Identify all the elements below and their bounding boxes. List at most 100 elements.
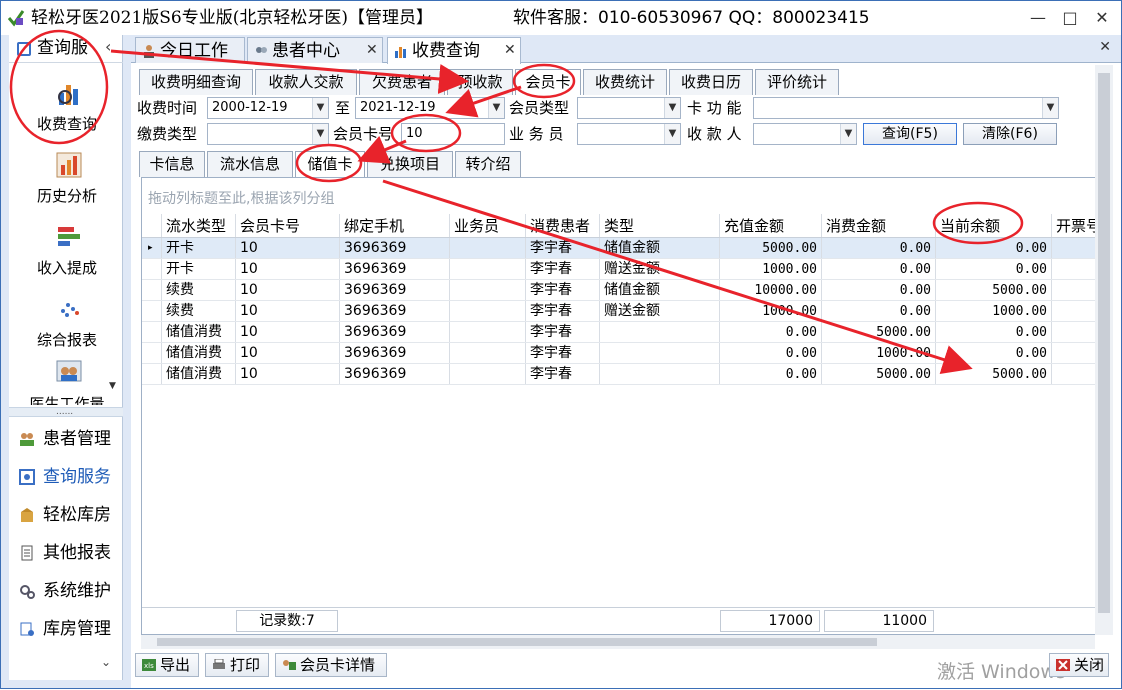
cell-type[interactable]: 赠送金额	[600, 259, 720, 279]
cell-recharge[interactable]: 10000.00	[720, 280, 822, 300]
tab-exchange-items[interactable]: 兑换项目	[367, 151, 453, 177]
cell-invoice-no[interactable]	[1052, 322, 1100, 342]
close-all-tabs-icon[interactable]: ✕	[1099, 39, 1111, 55]
subtab-payee-handover[interactable]: 收款人交款	[255, 69, 357, 95]
col-card-no[interactable]: 会员卡号	[236, 214, 340, 237]
col-consume[interactable]: 消费金额	[822, 214, 936, 237]
pay-type-select[interactable]: ▼	[207, 123, 329, 145]
table-row[interactable]: 储值消费 10 3696369 李宇春 0.00 1000.00 0.00	[142, 343, 1100, 364]
cell-balance[interactable]: 1000.00	[936, 301, 1052, 321]
vertical-scrollbar[interactable]	[1095, 65, 1113, 635]
tile-charge-query[interactable]: 收费查询	[17, 75, 117, 141]
chevron-down-icon[interactable]: ▼	[840, 124, 856, 144]
tile-income-commission[interactable]: 收入提成	[17, 219, 117, 285]
nav-item-query-service[interactable]: 查询服务	[9, 459, 123, 495]
cell-bound-phone[interactable]: 3696369	[340, 238, 450, 258]
close-window-button[interactable]: ✕	[1091, 7, 1113, 29]
cell-recharge[interactable]: 5000.00	[720, 238, 822, 258]
close-tab-icon[interactable]: ✕	[366, 42, 378, 58]
cell-invoice-no[interactable]	[1052, 301, 1100, 321]
cell-consume[interactable]: 0.00	[822, 301, 936, 321]
cell-consume[interactable]: 0.00	[822, 238, 936, 258]
close-button[interactable]: 关闭	[1049, 653, 1109, 677]
cell-patient[interactable]: 李宇春	[526, 301, 600, 321]
maximize-button[interactable]: □	[1059, 7, 1081, 29]
tile-history-analysis[interactable]: 历史分析	[17, 147, 117, 213]
chevron-down-icon[interactable]: ▼	[1042, 98, 1058, 118]
member-card-detail-button[interactable]: 会员卡详情	[275, 653, 387, 677]
table-row[interactable]: 续费 10 3696369 李宇春 赠送金额 1000.00 0.00 1000.00	[142, 301, 1100, 322]
cell-type[interactable]	[600, 364, 720, 384]
cell-recharge[interactable]: 0.00	[720, 343, 822, 363]
cell-patient[interactable]: 李宇春	[526, 364, 600, 384]
subtab-charge-detail[interactable]: 收费明细查询	[139, 69, 253, 95]
nav-more-chevron-icon[interactable]: ⌄	[101, 655, 111, 669]
minimize-button[interactable]: —	[1027, 7, 1049, 29]
payee-select[interactable]: ▼	[753, 123, 857, 145]
cell-type[interactable]: 储值金额	[600, 280, 720, 300]
cell-patient[interactable]: 李宇春	[526, 259, 600, 279]
cell-flow-type[interactable]: 储值消费	[162, 364, 236, 384]
tile-doctor-workload[interactable]: 医生工作量 ▼	[17, 355, 117, 405]
card-function-select[interactable]: ▼	[753, 97, 1059, 119]
col-balance[interactable]: 当前余额	[936, 214, 1052, 237]
cell-card-no[interactable]: 10	[236, 322, 340, 342]
chevron-down-icon[interactable]: ▼	[664, 124, 680, 144]
cell-salesman[interactable]	[450, 364, 526, 384]
col-recharge[interactable]: 充值金额	[720, 214, 822, 237]
nav-item-patient-mgmt[interactable]: 患者管理	[9, 421, 123, 457]
cell-consume[interactable]: 1000.00	[822, 343, 936, 363]
cell-card-no[interactable]: 10	[236, 280, 340, 300]
tab-flow-info[interactable]: 流水信息	[207, 151, 293, 177]
col-patient[interactable]: 消费患者	[526, 214, 600, 237]
cell-salesman[interactable]	[450, 280, 526, 300]
subtab-prepayment[interactable]: 预收款	[447, 69, 513, 95]
cell-bound-phone[interactable]: 3696369	[340, 322, 450, 342]
cell-bound-phone[interactable]: 3696369	[340, 301, 450, 321]
cell-flow-type[interactable]: 续费	[162, 280, 236, 300]
cell-balance[interactable]: 5000.00	[936, 364, 1052, 384]
tiles-scroll-icon[interactable]: ▼	[109, 381, 116, 391]
cell-bound-phone[interactable]: 3696369	[340, 259, 450, 279]
cell-patient[interactable]: 李宇春	[526, 322, 600, 342]
chevron-down-icon[interactable]: ▼	[488, 98, 504, 118]
cell-invoice-no[interactable]	[1052, 343, 1100, 363]
subtab-arrears-patients[interactable]: 欠费患者	[359, 69, 445, 95]
col-flow-type[interactable]: 流水类型	[162, 214, 236, 237]
nav-item-inventory-mgmt[interactable]: 库房管理	[9, 611, 123, 647]
cell-patient[interactable]: 李宇春	[526, 238, 600, 258]
tab-stored-value-card[interactable]: 储值卡	[295, 151, 365, 177]
scroll-thumb[interactable]	[157, 638, 877, 646]
cell-salesman[interactable]	[450, 301, 526, 321]
date-to-field[interactable]: 2021-12-19 ▼	[355, 97, 505, 119]
cell-invoice-no[interactable]	[1052, 364, 1100, 384]
print-button[interactable]: 打印	[205, 653, 269, 677]
cell-salesman[interactable]	[450, 238, 526, 258]
table-row[interactable]: ▸ 开卡 10 3696369 李宇春 储值金额 5000.00 0.00 0.00	[142, 238, 1100, 259]
cell-card-no[interactable]: 10	[236, 238, 340, 258]
cell-type[interactable]	[600, 322, 720, 342]
cell-flow-type[interactable]: 开卡	[162, 259, 236, 279]
query-button[interactable]: 查询(F5)	[863, 123, 957, 145]
cell-salesman[interactable]	[450, 343, 526, 363]
cell-card-no[interactable]: 10	[236, 364, 340, 384]
member-type-select[interactable]: ▼	[577, 97, 681, 119]
subtab-charge-calendar[interactable]: 收费日历	[669, 69, 753, 95]
cell-card-no[interactable]: 10	[236, 343, 340, 363]
table-row[interactable]: 续费 10 3696369 李宇春 储值金额 10000.00 0.00 5000.00	[142, 280, 1100, 301]
cell-type[interactable]	[600, 343, 720, 363]
table-row[interactable]: 开卡 10 3696369 李宇春 赠送金额 1000.00 0.00 0.00	[142, 259, 1100, 280]
cell-flow-type[interactable]: 开卡	[162, 238, 236, 258]
cell-balance[interactable]: 0.00	[936, 322, 1052, 342]
cell-consume[interactable]: 0.00	[822, 280, 936, 300]
cell-consume[interactable]: 5000.00	[822, 322, 936, 342]
chevron-down-icon[interactable]: ▼	[312, 98, 328, 118]
cell-recharge[interactable]: 1000.00	[720, 301, 822, 321]
table-row[interactable]: 储值消费 10 3696369 李宇春 0.00 5000.00 5000.00	[142, 364, 1100, 385]
cell-type[interactable]: 储值金额	[600, 238, 720, 258]
horizontal-scrollbar[interactable]	[141, 635, 1095, 649]
cell-patient[interactable]: 李宇春	[526, 280, 600, 300]
chevron-down-icon[interactable]: ▼	[664, 98, 680, 118]
col-invoice-no[interactable]: 开票号	[1052, 214, 1100, 237]
cell-bound-phone[interactable]: 3696369	[340, 364, 450, 384]
